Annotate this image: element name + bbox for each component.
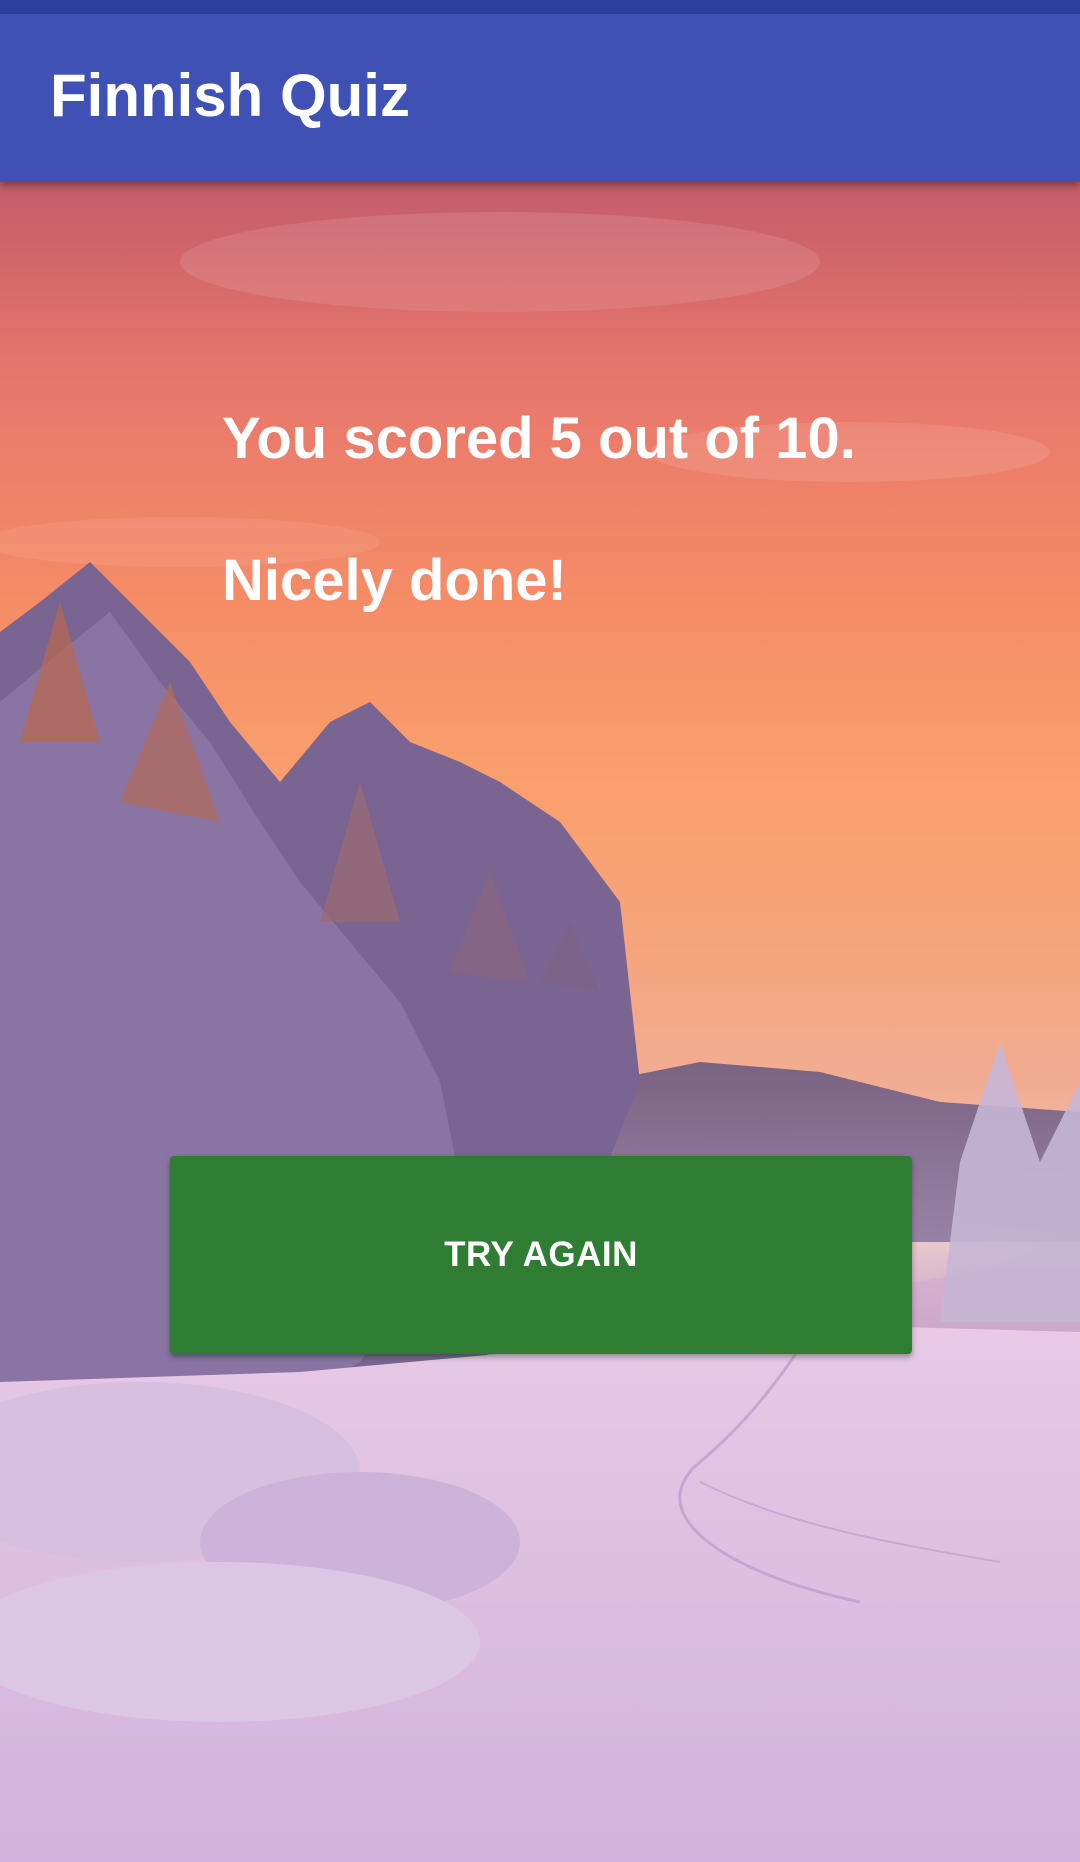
status-bar (0, 0, 1080, 14)
app-bar: Finnish Quiz (0, 14, 1080, 182)
try-again-button[interactable]: TRY AGAIN (170, 1156, 912, 1354)
app-title: Finnish Quiz (50, 62, 410, 129)
background-image: You scored 5 out of 10. Nicely done! TRY… (0, 182, 1080, 1862)
score-text: You scored 5 out of 10. (222, 406, 856, 471)
result-message: Nicely done! (222, 548, 567, 613)
